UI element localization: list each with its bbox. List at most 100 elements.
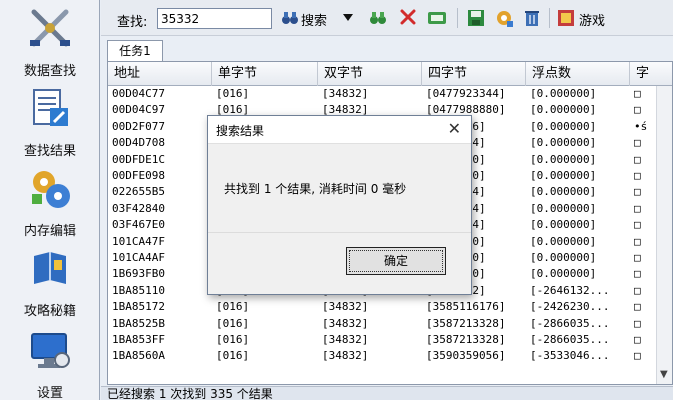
table-cell: [016] (216, 349, 250, 363)
column-header-address[interactable]: 地址 (108, 62, 212, 86)
table-row[interactable]: 1BA8525B [016] [34832] [3587213328] [-286603… (108, 316, 658, 332)
table-cell-string: □ (634, 300, 641, 314)
nav-item-settings[interactable]: 设置 (0, 322, 100, 400)
binoculars-icon (282, 12, 298, 24)
table-cell-string: □ (634, 152, 641, 166)
close-icon[interactable]: ✕ (448, 119, 461, 138)
table-row[interactable]: 1BA8560A [016] [34832] [3590359056] [-353304… (108, 348, 658, 364)
table-cell: [0.000000] (530, 201, 597, 215)
table-cell: [34832] (322, 316, 369, 330)
column-header-string[interactable]: 字 (630, 62, 672, 86)
table-cell-string: □ (634, 251, 641, 264)
table-cell: 1BA8560A (112, 349, 165, 363)
status-bar: 已经搜索 1 次找到 335 个结果 (101, 386, 673, 400)
book-icon (34, 252, 66, 284)
table-cell: [34832] (322, 333, 369, 346)
search-dropdown-button[interactable] (341, 6, 355, 30)
table-cell: [3585116176] (426, 300, 506, 314)
table-cell: 00D04C97 (112, 103, 165, 117)
table-cell-string: •ś (634, 119, 648, 133)
table-cell-string: □ (634, 136, 641, 150)
table-cell: [-2866035... (530, 333, 610, 346)
search-input[interactable] (157, 8, 272, 29)
table-cell: [0.000000] (530, 119, 597, 133)
toolbar-separator (549, 8, 550, 28)
scroll-down-icon[interactable]: ▼ (660, 369, 668, 380)
table-cell: [0.000000] (530, 267, 597, 281)
game-icon (558, 10, 574, 26)
table-cell-string: □ (634, 103, 641, 117)
table-cell: [0.000000] (530, 103, 597, 117)
table-cell: 1BA85110 (112, 283, 165, 297)
vertical-scrollbar[interactable]: ▼ (656, 86, 672, 384)
document-wrench-icon (33, 89, 68, 126)
table-cell: [016] (216, 300, 250, 314)
clear-button[interactable] (397, 6, 419, 30)
table-cell: 101CA4AF (112, 251, 165, 264)
game-button-label: 游戏 (579, 14, 606, 29)
gear-icon (497, 11, 513, 27)
table-cell: [016] (216, 333, 250, 346)
table-cell: [0477923344] (426, 87, 506, 100)
table-cell: [-2866035... (530, 316, 610, 330)
table-cell: 1BA85172 (112, 300, 165, 314)
table-cell: 03F42840 (112, 201, 165, 215)
table-row[interactable]: 00D04C77 [016] [34832] [0477923344] [0.00000… (108, 86, 658, 102)
table-cell: 101CA47F (112, 234, 165, 248)
column-header-byte[interactable]: 单字节 (212, 62, 318, 86)
table-cell: 00D4D708 (112, 136, 165, 150)
find-next-button[interactable] (367, 6, 389, 30)
dialog-title: 搜索结果 (216, 124, 265, 138)
table-cell-string: □ (634, 283, 641, 297)
abc-icon (428, 12, 446, 24)
column-header-float[interactable]: 浮点数 (526, 62, 630, 86)
settings-button[interactable] (493, 6, 515, 30)
table-cell: 1BA8525B (112, 316, 165, 330)
hex-button[interactable] (425, 6, 449, 30)
table-cell-string: □ (634, 316, 641, 330)
search-label: 查找: (117, 15, 148, 30)
table-cell-string: □ (634, 349, 641, 363)
table-cell-string: □ (634, 201, 641, 215)
table-cell: 022655B5 (112, 185, 165, 199)
table-cell-string: □ (634, 218, 641, 232)
dialog-title-bar: 搜索结果 ✕ (208, 116, 471, 144)
table-cell-string: □ (634, 185, 641, 199)
table-cell: [3590359056] (426, 349, 506, 363)
column-header-word[interactable]: 双字节 (318, 62, 422, 86)
crossed-swords-icon (30, 9, 70, 47)
toolbar: 查找: 搜索 (101, 0, 673, 36)
table-cell: [0.000000] (530, 185, 597, 199)
search-button-label: 搜索 (301, 14, 328, 29)
table-header: 地址 单字节 双字节 四字节 浮点数 字 (108, 62, 672, 86)
table-cell-string: □ (634, 87, 641, 100)
nav-item-search-results[interactable]: 查找结果 (0, 80, 100, 159)
dialog-message: 共找到 1 个结果, 消耗时间 0 毫秒 (224, 182, 407, 196)
table-row[interactable]: 1BA853FF [016] [34832] [3587213328] [-286603… (108, 332, 658, 348)
nav-label: 攻略秘籍 (23, 304, 76, 319)
tab-task1[interactable]: 任务1 (107, 40, 163, 61)
game-button[interactable]: 游戏 (557, 6, 617, 30)
status-text: 已经搜索 1 次找到 335 个结果 (107, 387, 273, 400)
nav-item-memory-edit[interactable]: 内存编辑 (0, 160, 100, 239)
nav-label: 查找结果 (23, 144, 76, 159)
save-button[interactable] (465, 6, 487, 30)
gears-icon (32, 171, 70, 208)
table-cell-string: □ (634, 333, 641, 346)
search-results-dialog: 搜索结果 ✕ 共找到 1 个结果, 消耗时间 0 毫秒 确定 (207, 115, 472, 295)
column-header-dword[interactable]: 四字节 (422, 62, 526, 86)
table-cell-string: □ (634, 234, 641, 248)
monitor-settings-icon (31, 333, 70, 368)
table-cell: [3587213328] (426, 316, 506, 330)
delete-button[interactable] (521, 6, 543, 30)
table-cell: [-2646132... (530, 283, 610, 297)
chevron-down-icon (343, 14, 353, 21)
table-cell: 00D2F077 (112, 119, 165, 133)
ok-button[interactable]: 确定 (346, 247, 446, 275)
nav-item-guides[interactable]: 攻略秘籍 (0, 240, 100, 319)
table-row[interactable]: 1BA85172 [016] [34832] [3585116176] [-242623… (108, 299, 658, 315)
table-cell: [0.000000] (530, 136, 597, 150)
table-cell: [34832] (322, 349, 369, 363)
table-cell: [-3533046... (530, 349, 610, 363)
nav-item-data-search[interactable]: 数据查找 (0, 0, 100, 79)
